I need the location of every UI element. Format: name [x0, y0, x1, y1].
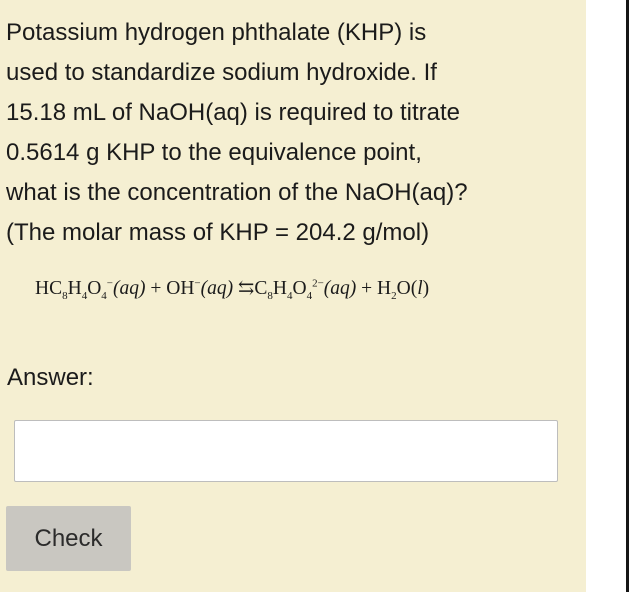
question-line-5: what is the concentration of the NaOH(aq…	[6, 179, 468, 206]
eq-plus-1: +	[145, 278, 167, 299]
answer-label: Answer:	[7, 364, 94, 391]
question-line-4: 0.5614 g KHP to the equivalence point,	[6, 139, 422, 166]
question-line-3: 15.18 mL of NaOH(aq) is required to titr…	[6, 99, 460, 126]
eq-plus-2: +	[356, 278, 378, 299]
eq-reactant-1: HC8H4O4−(aq)	[35, 277, 146, 302]
question-line-2: used to standardize sodium hydroxide. If	[6, 59, 437, 86]
eq-product-1: C8H4O42−(aq)	[254, 277, 357, 302]
equilibrium-arrow-icon: ⇆	[233, 278, 255, 299]
check-button[interactable]: Check	[6, 506, 131, 571]
question-line-6: (The molar mass of KHP = 204.2 g/mol)	[6, 219, 430, 246]
question-line-1: Potassium hydrogen phthalate (KHP) is	[6, 19, 427, 46]
answer-input[interactable]	[14, 420, 558, 482]
eq-reactant-2: OH−(aq)	[166, 277, 234, 299]
eq-product-2: H2O(l)	[377, 278, 430, 302]
chemical-equation: HC8H4O4−(aq) + OH−(aq) ⇆C8H4O42−(aq) + H…	[35, 276, 430, 302]
edge-divider	[626, 0, 629, 592]
question-text: Potassium hydrogen phthalate (KHP) is us…	[6, 13, 576, 253]
